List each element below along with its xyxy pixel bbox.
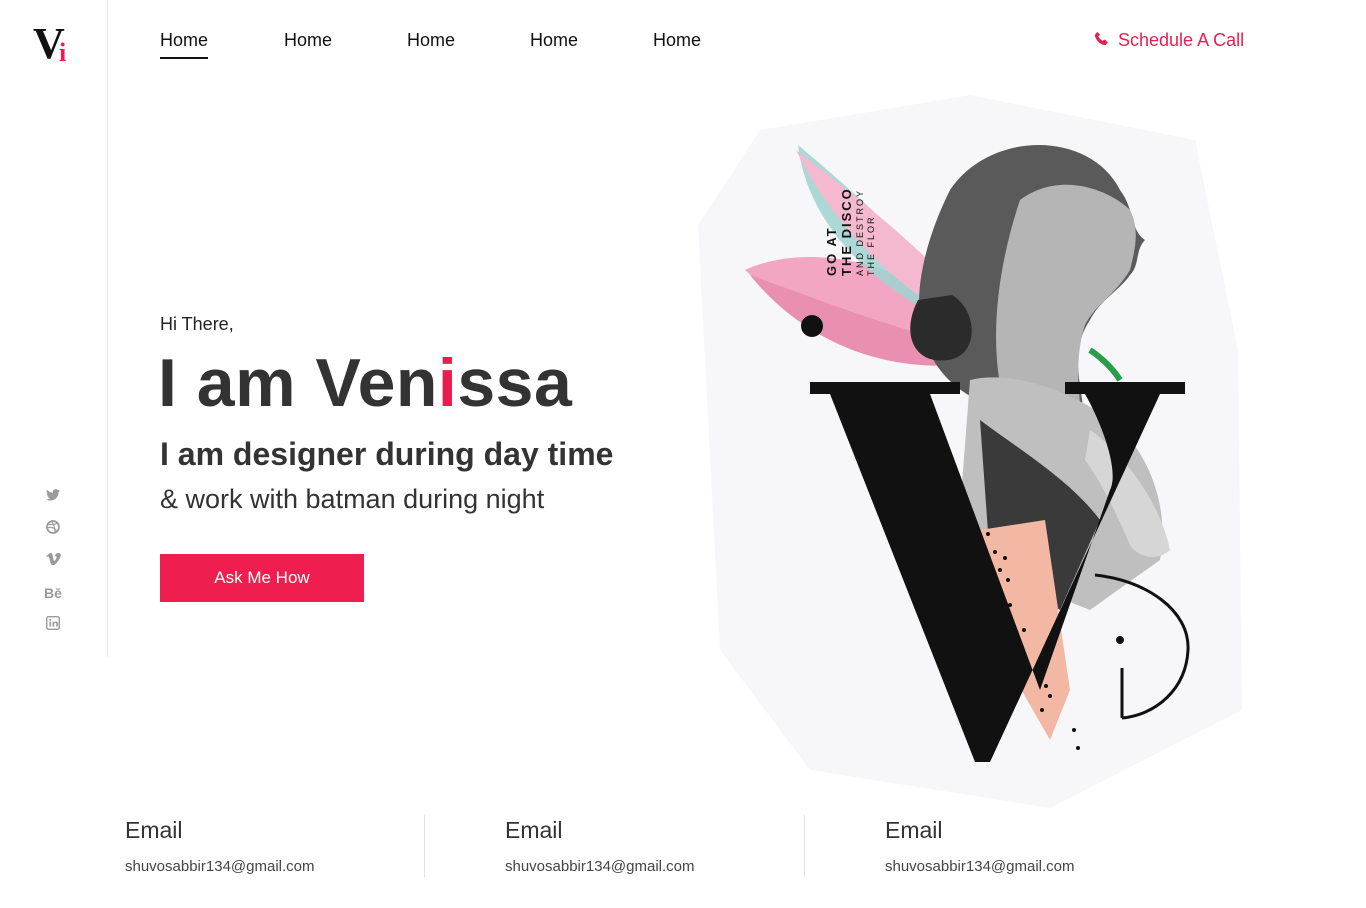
contact-title: Email: [125, 817, 183, 843]
poster-line-3: AND DESTROY: [855, 189, 865, 276]
dribbble-icon[interactable]: [44, 520, 62, 538]
nav-item-home[interactable]: Home: [284, 30, 332, 51]
nav-item-home[interactable]: Home: [653, 30, 701, 51]
schedule-call-label: Schedule A Call: [1118, 30, 1245, 50]
contact-email-2: Email shuvosabbir134@gmail.com: [505, 815, 695, 877]
nav-item-home[interactable]: Home: [530, 30, 578, 51]
page: V i Bē Home Home Home Home Home Schedule…: [0, 0, 1366, 908]
contact-title: Email: [885, 817, 943, 843]
contact-email-1: Email shuvosabbir134@gmail.com: [125, 815, 315, 877]
behance-icon[interactable]: Bē: [44, 584, 62, 602]
hero-name-accent: i: [437, 345, 458, 421]
vimeo-icon[interactable]: [44, 552, 62, 570]
linkedin-icon[interactable]: [44, 616, 62, 634]
contact-title: Email: [505, 817, 563, 843]
contact-value[interactable]: shuvosabbir134@gmail.com: [885, 858, 1075, 875]
poster-line-4: THE FLOR: [866, 215, 876, 276]
poster-line-1: GO AT: [824, 226, 839, 276]
contact-divider: [424, 815, 425, 877]
contact-value[interactable]: shuvosabbir134@gmail.com: [125, 858, 315, 875]
ask-me-how-button[interactable]: Ask Me How: [160, 554, 364, 602]
logo[interactable]: V i: [33, 22, 81, 72]
left-rail: V i Bē: [0, 0, 108, 657]
hero-tagline-primary: I am designer during day time: [160, 436, 614, 472]
nav-item-home[interactable]: Home: [407, 30, 455, 51]
poster-line-2: THE DISCO: [839, 187, 854, 276]
contact-row: Email shuvosabbir134@gmail.com Email shu…: [0, 815, 1366, 877]
social-links: Bē: [44, 488, 64, 648]
hero-name-prefix: I am Ven: [158, 345, 438, 421]
hero-tagline-secondary: & work with batman during night: [160, 484, 545, 514]
contact-divider: [804, 815, 805, 877]
hero-name: I am Venissa: [158, 344, 572, 422]
hero-artwork: GO AT THE DISCO AND DESTROY THE FLOR: [698, 95, 1242, 808]
contact-email-3: Email shuvosabbir134@gmail.com: [885, 815, 1075, 877]
schedule-call-link[interactable]: Schedule A Call: [1094, 30, 1244, 51]
hero-name-suffix: ssa: [457, 345, 573, 421]
logo-letter-i: i: [59, 38, 67, 67]
phone-icon: [1094, 31, 1110, 50]
contact-value[interactable]: shuvosabbir134@gmail.com: [505, 858, 695, 875]
twitter-icon[interactable]: [44, 488, 62, 506]
greeting: Hi There,: [160, 314, 234, 334]
nav-item-home[interactable]: Home: [160, 30, 209, 59]
